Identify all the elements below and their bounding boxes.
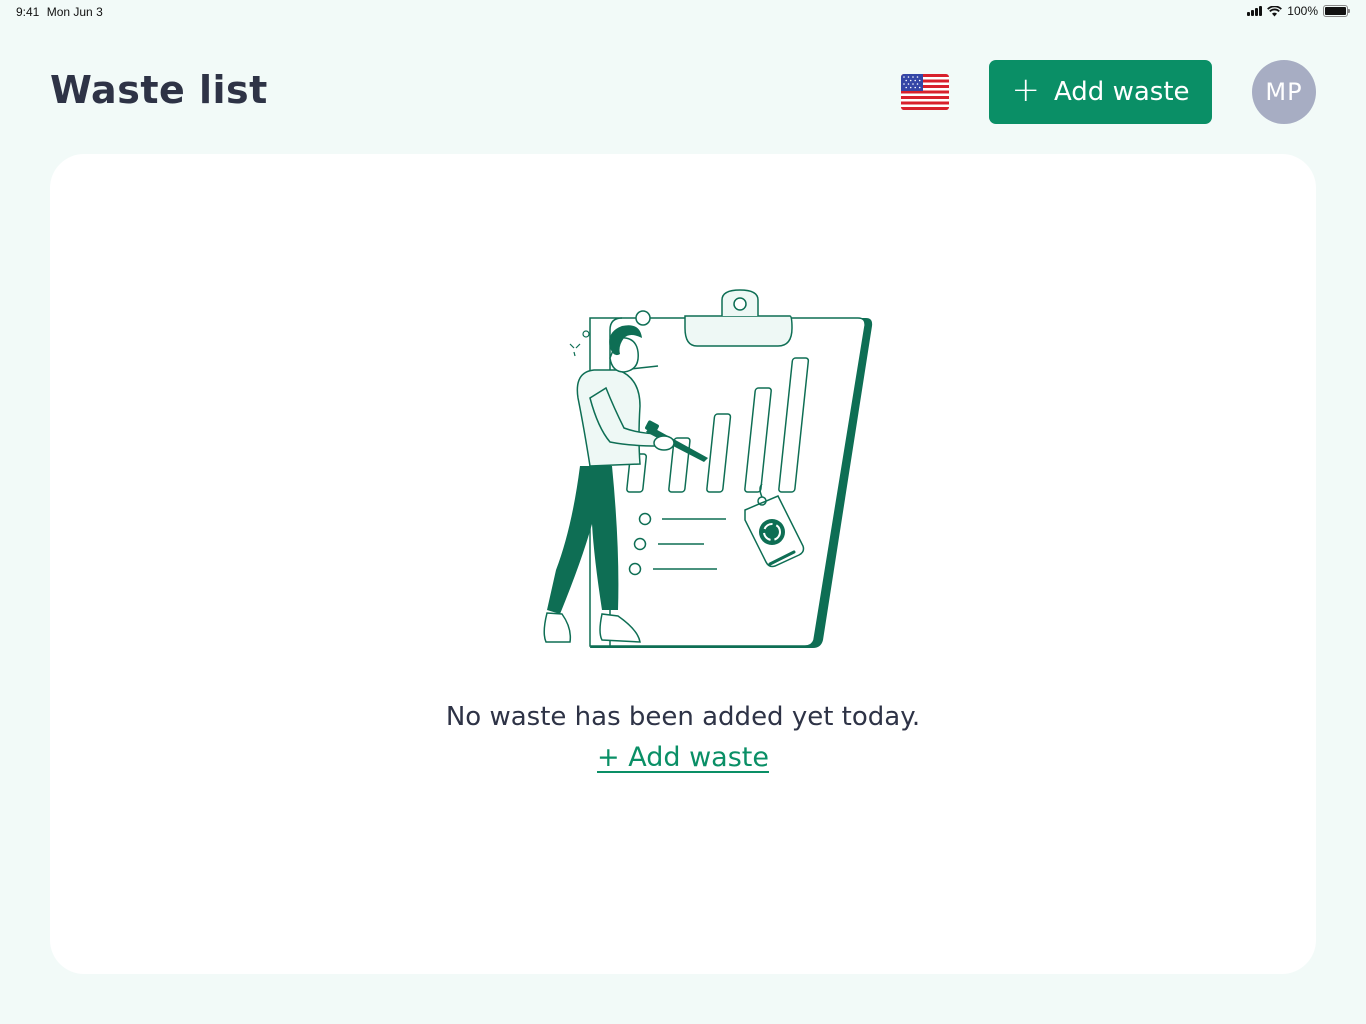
us-flag-icon[interactable] bbox=[901, 74, 949, 110]
add-waste-button[interactable]: + Add waste bbox=[989, 60, 1212, 124]
user-avatar[interactable]: MP bbox=[1252, 60, 1316, 124]
empty-state-message: No waste has been added yet today. bbox=[445, 702, 921, 732]
avatar-initials: MP bbox=[1265, 78, 1303, 106]
header: Waste list + Add waste MP bbox=[0, 0, 1366, 150]
add-waste-button-label: Add waste bbox=[1053, 77, 1190, 107]
empty-state-add-waste-link-row: + Add waste bbox=[50, 742, 1316, 773]
person-clipboard-chart-illustration bbox=[543, 289, 873, 648]
empty-state-add-waste-link[interactable]: + Add waste bbox=[597, 742, 769, 773]
plus-icon: + bbox=[1011, 70, 1040, 110]
waste-list-card: No waste has been added yet today. + Add… bbox=[50, 154, 1316, 974]
page-title: Waste list bbox=[50, 68, 268, 112]
